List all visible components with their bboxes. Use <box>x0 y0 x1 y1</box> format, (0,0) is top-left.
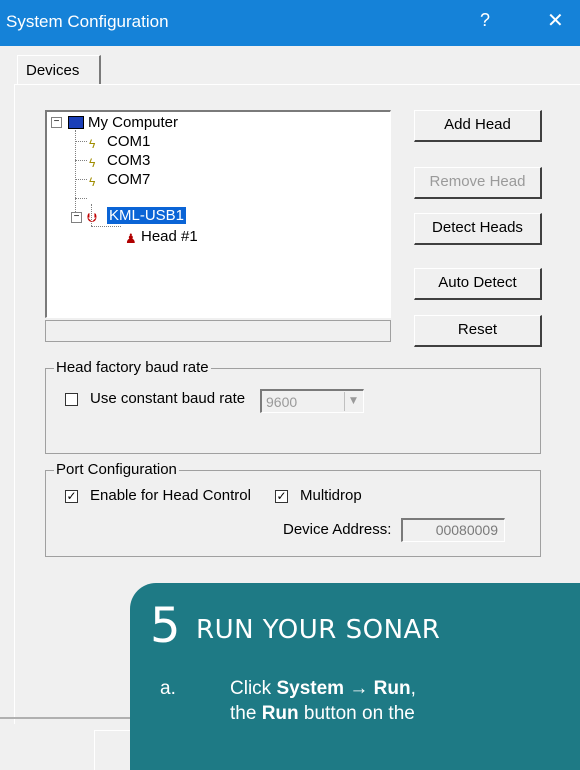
close-icon[interactable]: ✕ <box>547 8 564 33</box>
reset-button[interactable]: Reset <box>414 315 542 347</box>
device-tree[interactable]: − My Computer ϟ COM1 ϟ COM3 ϟ COM7 − ⮋ KML-U… <box>45 110 391 318</box>
step-number: 5 <box>150 598 181 654</box>
tree-item-kml-usb1[interactable]: ⮋ KML-USB1 <box>87 207 187 225</box>
enable-head-control-checkbox[interactable]: ✓ <box>65 490 78 503</box>
instruction-line-1: Click System → Run, <box>230 678 416 700</box>
tree-line <box>75 179 87 180</box>
device-address-label: Device Address: <box>283 521 392 538</box>
tree-line <box>75 141 87 142</box>
add-head-button[interactable]: Add Head <box>414 110 542 142</box>
tree-item-com3[interactable]: ϟ COM3 <box>89 152 150 170</box>
tree-line <box>91 226 121 227</box>
tree-line <box>75 198 87 199</box>
instruction-bold: Run <box>261 703 299 724</box>
card-heading: RUN YOUR SONAR <box>196 615 441 645</box>
instruction-line-2: the Run button on the <box>230 703 415 725</box>
collapse-icon[interactable]: − <box>71 212 82 223</box>
instruction-bold: Run <box>373 678 411 699</box>
tree-item-head-1[interactable]: ♟ Head #1 <box>125 228 198 246</box>
tree-item-label: COM3 <box>107 152 151 169</box>
title-bar: System Configuration ? ✕ <box>0 0 580 46</box>
enable-head-control-label: Enable for Head Control <box>90 487 251 504</box>
tree-item-my-computer[interactable]: My Computer <box>68 114 178 132</box>
port-configuration-legend: Port Configuration <box>54 461 179 478</box>
sonar-head-icon: ♟ <box>125 231 137 246</box>
baud-rate-select[interactable]: 9600 ▼ <box>260 389 364 413</box>
multidrop-label: Multidrop <box>300 487 362 504</box>
port-configuration-group: Port Configuration <box>45 461 541 557</box>
detect-heads-button[interactable]: Detect Heads <box>414 213 542 245</box>
tree-item-label: COM7 <box>107 171 151 188</box>
collapse-icon[interactable]: − <box>51 117 62 128</box>
tree-item-label: COM1 <box>107 133 151 150</box>
instruction-text: button on the <box>298 703 415 724</box>
tree-line <box>75 130 76 214</box>
serial-port-icon: ϟ <box>89 175 96 189</box>
baud-rate-legend: Head factory baud rate <box>54 359 211 376</box>
tree-item-label: Head #1 <box>141 228 198 245</box>
tree-item-com1[interactable]: ϟ COM1 <box>89 133 150 151</box>
use-constant-baud-checkbox[interactable] <box>65 393 78 406</box>
window-title: System Configuration <box>6 12 169 31</box>
instruction-text: the <box>230 703 262 724</box>
tree-item-com7[interactable]: ϟ COM7 <box>89 171 150 189</box>
baud-rate-value: 9600 <box>266 394 298 410</box>
serial-port-icon: ϟ <box>89 156 96 170</box>
remove-head-button[interactable]: Remove Head <box>414 167 542 199</box>
tab-devices[interactable]: Devices <box>17 55 101 85</box>
tree-item-label: My Computer <box>88 114 179 131</box>
tree-line <box>75 160 87 161</box>
help-icon[interactable]: ? <box>480 10 490 31</box>
device-address-field[interactable]: 00080009 <box>401 518 505 542</box>
instruction-text: Click <box>230 678 277 699</box>
tree-item-label: KML-USB1 <box>107 207 187 224</box>
instruction-text: → <box>344 678 374 699</box>
computer-icon <box>68 116 84 129</box>
instruction-bold: System <box>276 678 345 699</box>
ok-button[interactable] <box>94 730 134 770</box>
multidrop-checkbox[interactable]: ✓ <box>275 490 288 503</box>
usb-device-icon: ⮋ <box>87 210 97 225</box>
instruction-card: 5 RUN YOUR SONAR a. Click System → Run, … <box>130 583 580 770</box>
screenshot: System Configuration ? ✕ Devices − My Co… <box>0 0 580 770</box>
step-letter: a. <box>160 678 176 699</box>
chevron-down-icon[interactable]: ▼ <box>344 392 362 411</box>
instruction-text: , <box>410 678 416 699</box>
serial-port-icon: ϟ <box>89 137 96 151</box>
tree-status-bar <box>45 320 391 342</box>
use-constant-baud-label: Use constant baud rate <box>90 390 246 407</box>
auto-detect-button[interactable]: Auto Detect <box>414 268 542 300</box>
